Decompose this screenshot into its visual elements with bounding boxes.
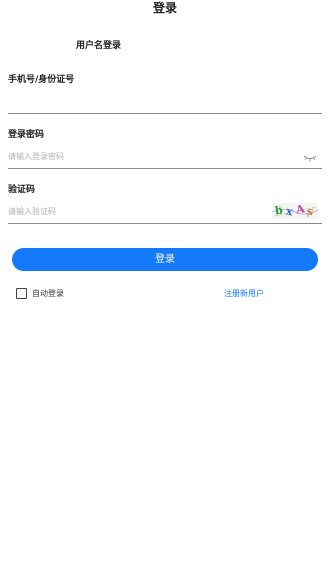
captcha-label: 验证码: [8, 185, 36, 195]
auto-login-option[interactable]: 自动登录: [16, 287, 64, 299]
login-button[interactable]: 登录: [12, 248, 318, 271]
password-label: 登录密码: [8, 130, 45, 140]
login-page: 登录 用户名登录 手机号/身份证号 登录密码 验证码 b x A s 登录 自动…: [0, 0, 330, 580]
account-label: 手机号/身份证号: [8, 75, 75, 85]
captcha-input[interactable]: [8, 202, 268, 220]
password-input[interactable]: [8, 147, 322, 165]
account-input[interactable]: [8, 92, 322, 110]
captcha-char: A: [294, 203, 306, 217]
eye-closed-icon[interactable]: [303, 154, 317, 162]
account-underline: [8, 113, 322, 114]
captcha-char: b: [274, 203, 284, 218]
register-link[interactable]: 注册新用户: [224, 288, 264, 299]
auto-login-checkbox[interactable]: [16, 287, 27, 299]
password-underline: [8, 168, 322, 169]
auto-login-label: 自动登录: [32, 288, 64, 298]
tab-username-login[interactable]: 用户名登录: [76, 38, 121, 51]
page-title: 登录: [152, 1, 177, 15]
captcha-image[interactable]: b x A s: [272, 203, 318, 219]
captcha-underline: [8, 223, 322, 224]
